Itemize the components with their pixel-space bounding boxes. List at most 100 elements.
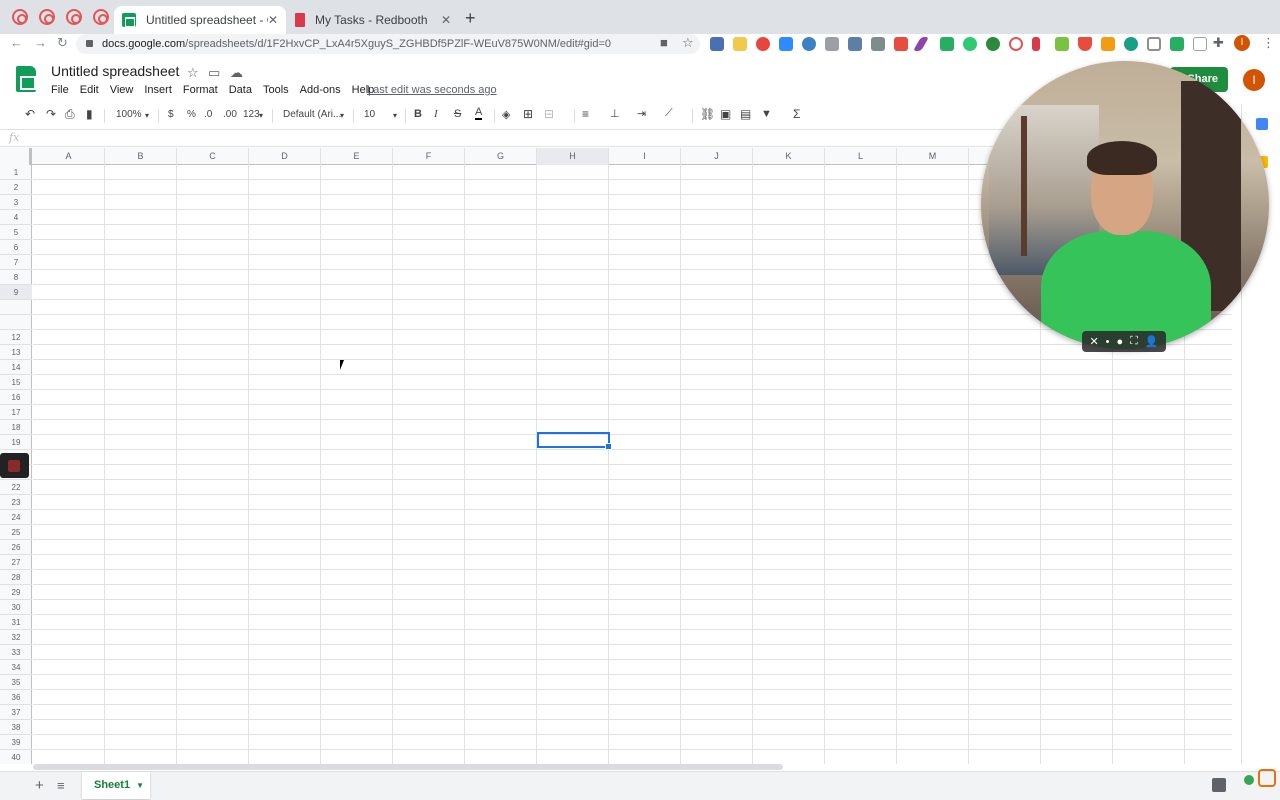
extension-icon[interactable] bbox=[756, 37, 770, 51]
row-header[interactable]: 4 bbox=[0, 210, 32, 225]
row-header[interactable]: 26 bbox=[0, 540, 32, 555]
profile-avatar[interactable]: I bbox=[1234, 35, 1250, 51]
sheet-tab[interactable]: Sheet1 ▼ bbox=[82, 772, 150, 799]
undo-icon[interactable]: ↶ bbox=[25, 107, 35, 121]
document-title[interactable]: Untitled spreadsheet bbox=[51, 63, 179, 79]
camera-icon[interactable]: ■ bbox=[660, 35, 668, 50]
extension-icon[interactable] bbox=[710, 37, 724, 51]
text-rotation-icon[interactable]: ⟋ bbox=[665, 107, 673, 120]
extension-r-icon[interactable] bbox=[1258, 769, 1276, 787]
extension-icon[interactable] bbox=[1101, 37, 1115, 51]
horizontal-align-icon[interactable]: ≡ bbox=[582, 107, 589, 121]
row-header[interactable]: 9 bbox=[0, 285, 32, 300]
chevron-down-icon[interactable]: ▾ bbox=[145, 111, 149, 120]
row-header[interactable]: 38 bbox=[0, 720, 32, 735]
code-extension-icon[interactable] bbox=[825, 37, 839, 51]
row-header[interactable]: 22 bbox=[0, 480, 32, 495]
row-header[interactable]: 8 bbox=[0, 270, 32, 285]
extension-icon[interactable] bbox=[871, 37, 885, 51]
sheets-logo-icon[interactable] bbox=[16, 66, 36, 92]
extension-icon[interactable] bbox=[848, 37, 862, 51]
italic-button[interactable]: I bbox=[434, 108, 438, 120]
account-avatar[interactable]: I bbox=[1243, 69, 1265, 91]
cloud-status-icon[interactable]: ☁ bbox=[230, 65, 243, 81]
chevron-down-icon[interactable]: ▼ bbox=[136, 781, 144, 790]
row-header[interactable]: 15 bbox=[0, 375, 32, 390]
fill-color-icon[interactable]: ◈ bbox=[502, 108, 510, 121]
functions-button[interactable]: Σ bbox=[793, 107, 800, 121]
extension-icon[interactable] bbox=[940, 37, 954, 51]
column-header-d[interactable]: D bbox=[249, 148, 321, 165]
vertical-align-icon[interactable]: ⊥ bbox=[610, 107, 620, 120]
select-all-corner[interactable] bbox=[0, 148, 32, 165]
last-edit-link[interactable]: Last edit was seconds ago bbox=[367, 84, 497, 96]
paint-format-icon[interactable]: ▮ bbox=[86, 107, 93, 121]
menu-addons[interactable]: Add-ons bbox=[300, 84, 341, 96]
text-color-button[interactable]: A bbox=[475, 107, 483, 120]
row-header[interactable]: 39 bbox=[0, 735, 32, 750]
person-icon[interactable]: 👤 bbox=[1145, 335, 1159, 348]
address-bar[interactable]: docs.google.com/spreadsheets/d/1F2HxvCP_… bbox=[76, 34, 700, 54]
active-cell-selection[interactable] bbox=[537, 432, 612, 450]
text-wrap-icon[interactable]: ⇥ bbox=[637, 107, 646, 120]
zoom-select[interactable]: 100% bbox=[116, 109, 142, 120]
extension-icon[interactable] bbox=[1055, 37, 1069, 51]
chevron-down-icon[interactable]: ▾ bbox=[340, 111, 344, 120]
menu-file[interactable]: File bbox=[51, 84, 69, 96]
font-family-select[interactable]: Default (Ari... bbox=[283, 109, 341, 120]
row-header[interactable]: 12 bbox=[0, 330, 32, 345]
pinned-tab-icon[interactable] bbox=[12, 9, 28, 25]
add-sheet-button[interactable]: + bbox=[35, 777, 44, 794]
evernote-extension-icon[interactable] bbox=[986, 37, 1000, 51]
horizontal-scrollbar[interactable] bbox=[33, 764, 783, 770]
row-header[interactable]: 14 bbox=[0, 360, 32, 375]
close-icon[interactable]: ✕ bbox=[268, 13, 278, 27]
currency-format-button[interactable]: $ bbox=[168, 109, 174, 120]
filter-icon[interactable]: ▼ bbox=[761, 108, 772, 120]
pinned-tab-icon[interactable] bbox=[66, 9, 82, 25]
column-header-c[interactable]: C bbox=[177, 148, 249, 165]
font-size-select[interactable]: 10 bbox=[364, 109, 375, 120]
fullscreen-icon[interactable]: ⛶ bbox=[1130, 335, 1138, 348]
explore-icon[interactable] bbox=[1212, 778, 1226, 792]
menu-tools[interactable]: Tools bbox=[263, 84, 289, 96]
menu-view[interactable]: View bbox=[110, 84, 134, 96]
menu-format[interactable]: Format bbox=[183, 84, 218, 96]
menu-edit[interactable]: Edit bbox=[80, 84, 99, 96]
row-header[interactable]: 5 bbox=[0, 225, 32, 240]
strikethrough-button[interactable]: S bbox=[454, 108, 461, 120]
row-header[interactable]: 3 bbox=[0, 195, 32, 210]
percent-format-button[interactable]: % bbox=[187, 109, 196, 120]
extension-icon[interactable] bbox=[1009, 37, 1023, 51]
bookmark-star-icon[interactable]: ☆ bbox=[682, 35, 694, 51]
browser-tab-sheets[interactable]: Untitled spreadsheet - Google Sheets ✕ bbox=[114, 6, 286, 34]
extension-calendar-icon[interactable] bbox=[733, 37, 747, 51]
close-icon[interactable]: ✕ bbox=[1089, 335, 1098, 348]
column-header-e[interactable]: E bbox=[321, 148, 393, 165]
insert-chart-icon[interactable]: ▤ bbox=[740, 107, 751, 121]
large-size-icon[interactable]: ● bbox=[1117, 336, 1124, 348]
bold-button[interactable]: B bbox=[414, 108, 422, 120]
row-header[interactable]: 1 bbox=[0, 165, 32, 180]
reload-icon[interactable]: ↻ bbox=[57, 35, 68, 51]
more-formats-button[interactable]: 123 bbox=[243, 109, 260, 120]
print-icon[interactable]: ⎙ bbox=[65, 107, 75, 122]
puzzle-extensions-icon[interactable]: ✚ bbox=[1213, 35, 1224, 51]
column-header-m[interactable]: M bbox=[897, 148, 969, 165]
row-header[interactable]: 40 bbox=[0, 750, 32, 764]
small-size-icon[interactable]: • bbox=[1106, 336, 1110, 348]
zoom-extension-icon[interactable] bbox=[779, 37, 793, 51]
insert-comment-icon[interactable]: ▣ bbox=[720, 107, 731, 121]
calendar-icon[interactable] bbox=[1256, 118, 1268, 130]
decrease-decimal-button[interactable]: .0 bbox=[204, 109, 212, 120]
column-header-b[interactable]: B bbox=[105, 148, 177, 165]
extension-icon[interactable] bbox=[894, 37, 908, 51]
row-header[interactable]: 31 bbox=[0, 615, 32, 630]
row-header[interactable]: 29 bbox=[0, 585, 32, 600]
extension-icon[interactable] bbox=[1193, 37, 1207, 51]
borders-icon[interactable]: ⊞ bbox=[523, 107, 533, 121]
row-header[interactable]: 27 bbox=[0, 555, 32, 570]
star-icon[interactable]: ☆ bbox=[187, 65, 199, 81]
row-header[interactable]: 33 bbox=[0, 645, 32, 660]
row-header[interactable]: 13 bbox=[0, 345, 32, 360]
